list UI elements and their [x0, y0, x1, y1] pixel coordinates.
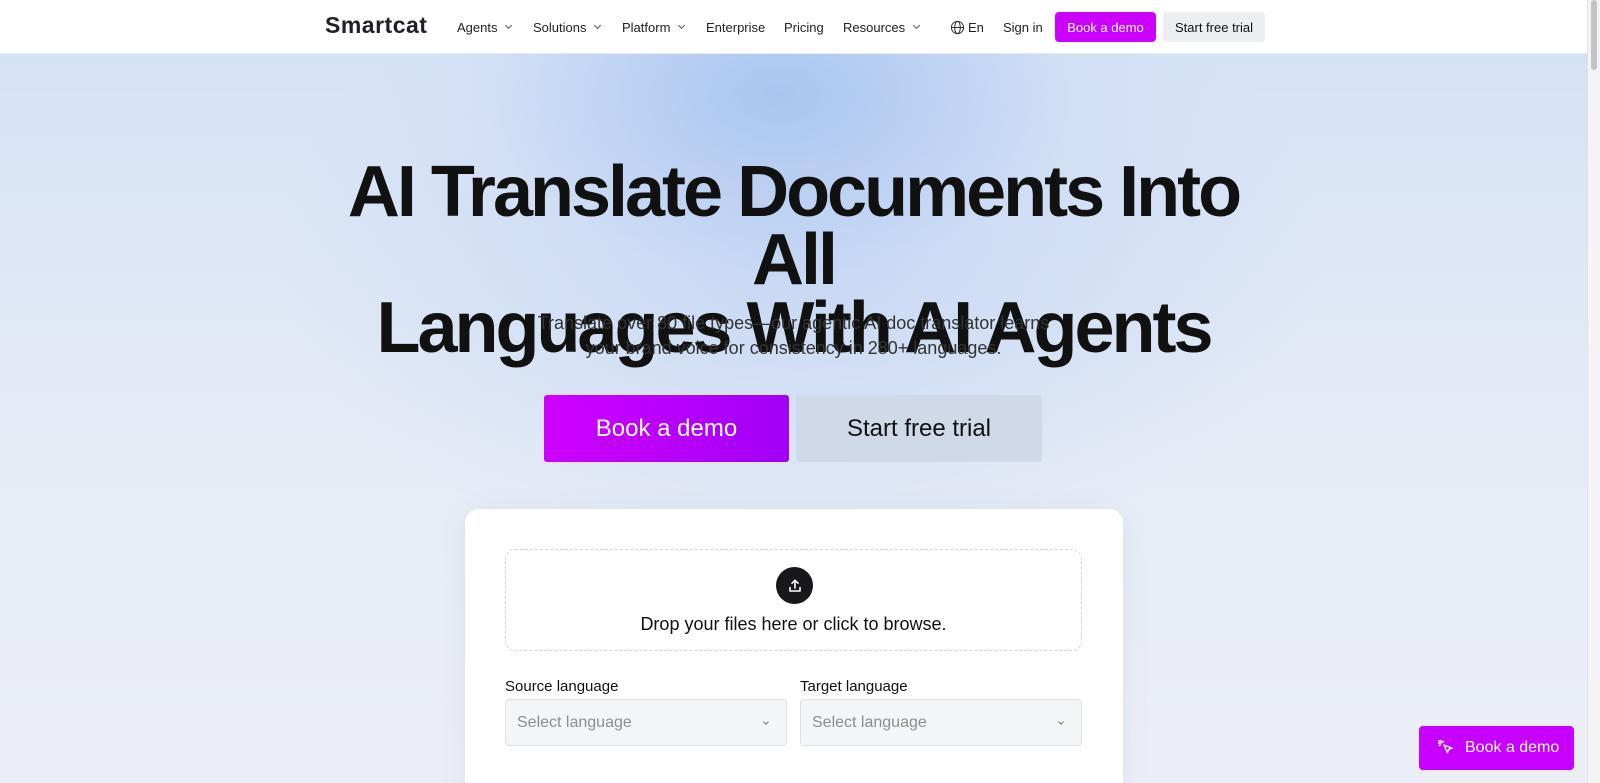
- language-switcher[interactable]: En: [950, 0, 984, 54]
- target-language-placeholder: Select language: [812, 713, 927, 731]
- source-language-label: Source language: [505, 678, 619, 695]
- nav-resources[interactable]: Resources: [843, 0, 921, 54]
- file-dropzone[interactable]: Drop your files here or click to browse.: [505, 549, 1082, 651]
- chevron-down-icon: [763, 719, 769, 725]
- page-scrollbar[interactable]: [1587, 0, 1600, 783]
- hero-start-trial-button[interactable]: Start free trial: [796, 395, 1042, 462]
- header-start-trial-button[interactable]: Start free trial: [1163, 12, 1265, 42]
- chevron-down-icon: [505, 21, 513, 30]
- top-navbar: Smartcat Agents Solutions Platform Enter…: [0, 0, 1587, 54]
- chevron-down-icon: [913, 21, 921, 30]
- floating-book-demo-button[interactable]: Book a demo: [1419, 726, 1574, 770]
- smartcat-logo[interactable]: Smartcat: [325, 12, 427, 39]
- hero-title-line-1: AI Translate Documents Into All: [347, 152, 1242, 300]
- floating-book-demo-label: Book a demo: [1465, 739, 1560, 756]
- nav-enterprise[interactable]: Enterprise: [706, 0, 765, 54]
- source-language-select[interactable]: Select language: [505, 699, 787, 746]
- nav-solutions[interactable]: Solutions: [533, 0, 602, 54]
- cursor-click-icon: [1437, 739, 1455, 757]
- upload-icon: [776, 567, 813, 604]
- nav-resources-label: Resources: [843, 19, 906, 35]
- nav-enterprise-label: Enterprise: [706, 19, 766, 35]
- sign-in-link[interactable]: Sign in: [1003, 0, 1043, 54]
- header-book-demo-button[interactable]: Book a demo: [1055, 12, 1156, 42]
- globe-icon: [950, 20, 965, 35]
- target-language-select[interactable]: Select language: [800, 699, 1082, 746]
- nav-pricing[interactable]: Pricing: [784, 0, 824, 54]
- nav-solutions-label: Solutions: [533, 19, 587, 35]
- upload-card: Drop your files here or click to browse.…: [465, 509, 1123, 783]
- dropzone-text: Drop your files here or click to browse.: [640, 614, 947, 634]
- nav-agents-label: Agents: [457, 19, 498, 35]
- target-language-label: Target language: [800, 678, 908, 695]
- language-label: En: [968, 19, 984, 35]
- hero-subtitle: Translate over 80 file types—our agentic…: [537, 313, 1050, 358]
- chevron-down-icon: [678, 21, 686, 30]
- nav-pricing-label: Pricing: [784, 19, 824, 35]
- scrollbar-thumb[interactable]: [1591, 0, 1597, 70]
- nav-agents[interactable]: Agents: [457, 0, 513, 54]
- nav-platform[interactable]: Platform: [622, 0, 686, 54]
- chevron-down-icon: [1058, 719, 1064, 725]
- chevron-down-icon: [594, 21, 602, 30]
- sign-in-label: Sign in: [1003, 19, 1043, 35]
- source-language-placeholder: Select language: [517, 713, 632, 731]
- hero-book-demo-button[interactable]: Book a demo: [544, 395, 789, 462]
- nav-platform-label: Platform: [622, 19, 671, 35]
